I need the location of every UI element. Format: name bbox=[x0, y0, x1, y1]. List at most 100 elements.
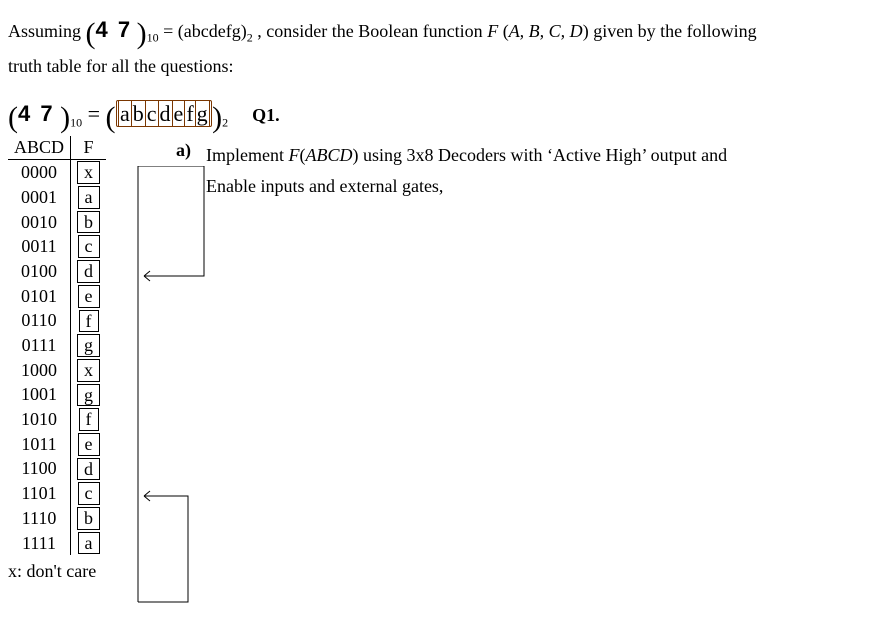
table-row: 0100 d bbox=[8, 259, 106, 284]
truth-table-block: ABCD F 0000x0001a0010b0011c0100d0101e011… bbox=[8, 136, 136, 582]
eq1: = bbox=[163, 21, 178, 41]
f-cell: e bbox=[78, 433, 100, 456]
table-row: 0110 f bbox=[8, 309, 106, 334]
table-row: 1100d bbox=[8, 457, 106, 482]
table-row: 1001 g bbox=[8, 383, 106, 408]
f-cell-wrap: a bbox=[71, 531, 107, 556]
f-cell: a bbox=[78, 186, 100, 209]
sub-10: 10 bbox=[147, 31, 159, 45]
expr-sub2: 2 bbox=[222, 115, 228, 129]
conversion-expression: (4 7 )10 = (abcdefg)2 bbox=[8, 100, 228, 130]
table-row: 0001 a bbox=[8, 185, 106, 210]
abcd-cell: 1000 bbox=[8, 358, 71, 383]
abcd-cell: 1101 bbox=[8, 481, 71, 506]
abcd-cell: 1010 bbox=[8, 407, 71, 432]
abcd-cell: 1011 bbox=[8, 432, 71, 457]
abcd-cell: 1110 bbox=[8, 506, 71, 531]
f-cell: f bbox=[79, 408, 99, 431]
abcd-cell: 1001 bbox=[8, 383, 71, 408]
boxed-letter: d bbox=[158, 100, 173, 127]
table-row: 1000 x bbox=[8, 358, 106, 383]
f-cell: f bbox=[79, 310, 99, 333]
boxed-letters: abcdefg bbox=[116, 100, 213, 127]
expr-rparen: ) bbox=[60, 110, 70, 125]
table-row: 1010 f bbox=[8, 407, 106, 432]
f-cell: g bbox=[77, 334, 100, 357]
table-row: 0011 c bbox=[8, 234, 106, 259]
f-cell-wrap: d bbox=[71, 457, 107, 482]
qa-p1: Implement bbox=[206, 145, 288, 165]
f-cell: a bbox=[78, 532, 100, 555]
boxed-letter: e bbox=[172, 100, 186, 127]
table-row: 1011 e bbox=[8, 432, 106, 457]
f-cell: g bbox=[77, 384, 100, 407]
group-l: ( bbox=[106, 110, 116, 125]
abcd-cell: 0011 bbox=[8, 234, 71, 259]
table-row: 0000x bbox=[8, 160, 106, 185]
f-cell: c bbox=[78, 482, 100, 505]
f-cell-wrap: b bbox=[71, 210, 107, 235]
f-cell: c bbox=[78, 235, 100, 258]
table-row: 0010 b bbox=[8, 210, 106, 235]
boxed-letter: b bbox=[131, 100, 146, 127]
qa-label: a) bbox=[176, 140, 198, 201]
boxed-letter: a bbox=[118, 100, 132, 127]
question-block: a) Implement F(ABCD) using 3x8 Decoders … bbox=[176, 136, 746, 201]
f-cell-wrap: f bbox=[71, 407, 107, 432]
boxed-letter: g bbox=[195, 100, 210, 127]
abcd-cell: 0101 bbox=[8, 284, 71, 309]
table-row: 0111 g bbox=[8, 333, 106, 358]
abcd-cell: 1111 bbox=[8, 531, 71, 556]
abcd-cell: 0110 bbox=[8, 309, 71, 334]
f-cell: x bbox=[77, 359, 100, 382]
intro-tail: given by the following bbox=[593, 21, 756, 41]
args: A, B, C, D bbox=[509, 21, 583, 41]
f-cell: e bbox=[78, 285, 100, 308]
expr-eq: = bbox=[88, 101, 106, 126]
hand-number-2: 4 7 bbox=[18, 101, 55, 126]
f-cell-wrap: b bbox=[71, 506, 107, 531]
f-cell: b bbox=[77, 507, 100, 530]
head-abcd: ABCD bbox=[8, 136, 71, 160]
abcd-cell: 0001 bbox=[8, 185, 71, 210]
dont-care-note: x: don't care bbox=[8, 561, 136, 582]
intro-mid: , consider the Boolean function bbox=[257, 21, 487, 41]
args-r: ) bbox=[583, 21, 589, 41]
hand-number-1: 4 7 bbox=[96, 17, 133, 42]
f-cell-wrap: c bbox=[71, 234, 107, 259]
f-cell-wrap: e bbox=[71, 284, 107, 309]
f-cell: d bbox=[77, 260, 100, 283]
head-f: F bbox=[71, 136, 107, 160]
rparen: ) bbox=[137, 26, 147, 41]
f-cell-wrap: x bbox=[71, 358, 107, 383]
expr-lparen: ( bbox=[8, 110, 18, 125]
rhs-text: abcdefg bbox=[184, 21, 241, 41]
f-cell-wrap: g bbox=[71, 333, 107, 358]
q1-label: Q1. bbox=[252, 105, 280, 126]
truth-table: ABCD F 0000x0001a0010b0011c0100d0101e011… bbox=[8, 136, 106, 555]
f-cell-wrap: e bbox=[71, 432, 107, 457]
qa-args-r: ) bbox=[353, 145, 359, 165]
table-row: 1111 a bbox=[8, 531, 106, 556]
abcd-cell: 0010 bbox=[8, 210, 71, 235]
expression-row: (4 7 )10 = (abcdefg)2 Q1. bbox=[8, 100, 873, 130]
qa-args: ABCD bbox=[306, 145, 353, 165]
abcd-cell: 0100 bbox=[8, 259, 71, 284]
sub-2: 2 bbox=[247, 31, 253, 45]
intro-line2: truth table for all the questions: bbox=[8, 56, 233, 76]
qa-text: Implement F(ABCD) using 3x8 Decoders wit… bbox=[206, 140, 746, 201]
table-row: 1110 b bbox=[8, 506, 106, 531]
f-cell: b bbox=[77, 211, 100, 234]
abcd-cell: 0111 bbox=[8, 333, 71, 358]
f-cell-wrap: x bbox=[71, 160, 107, 185]
table-row: 1101 c bbox=[8, 481, 106, 506]
boxed-letter: c bbox=[145, 100, 159, 127]
abcd-cell: 1100 bbox=[8, 457, 71, 482]
f-cell-wrap: g bbox=[71, 383, 107, 408]
mapping-bracket-icon bbox=[136, 166, 206, 606]
F-sym: F bbox=[487, 21, 498, 41]
f-cell-wrap: a bbox=[71, 185, 107, 210]
f-cell: x bbox=[77, 161, 100, 184]
f-cell-wrap: c bbox=[71, 481, 107, 506]
intro-text: Assuming (4 7 )10 = (abcdefg)2 , conside… bbox=[8, 10, 873, 82]
